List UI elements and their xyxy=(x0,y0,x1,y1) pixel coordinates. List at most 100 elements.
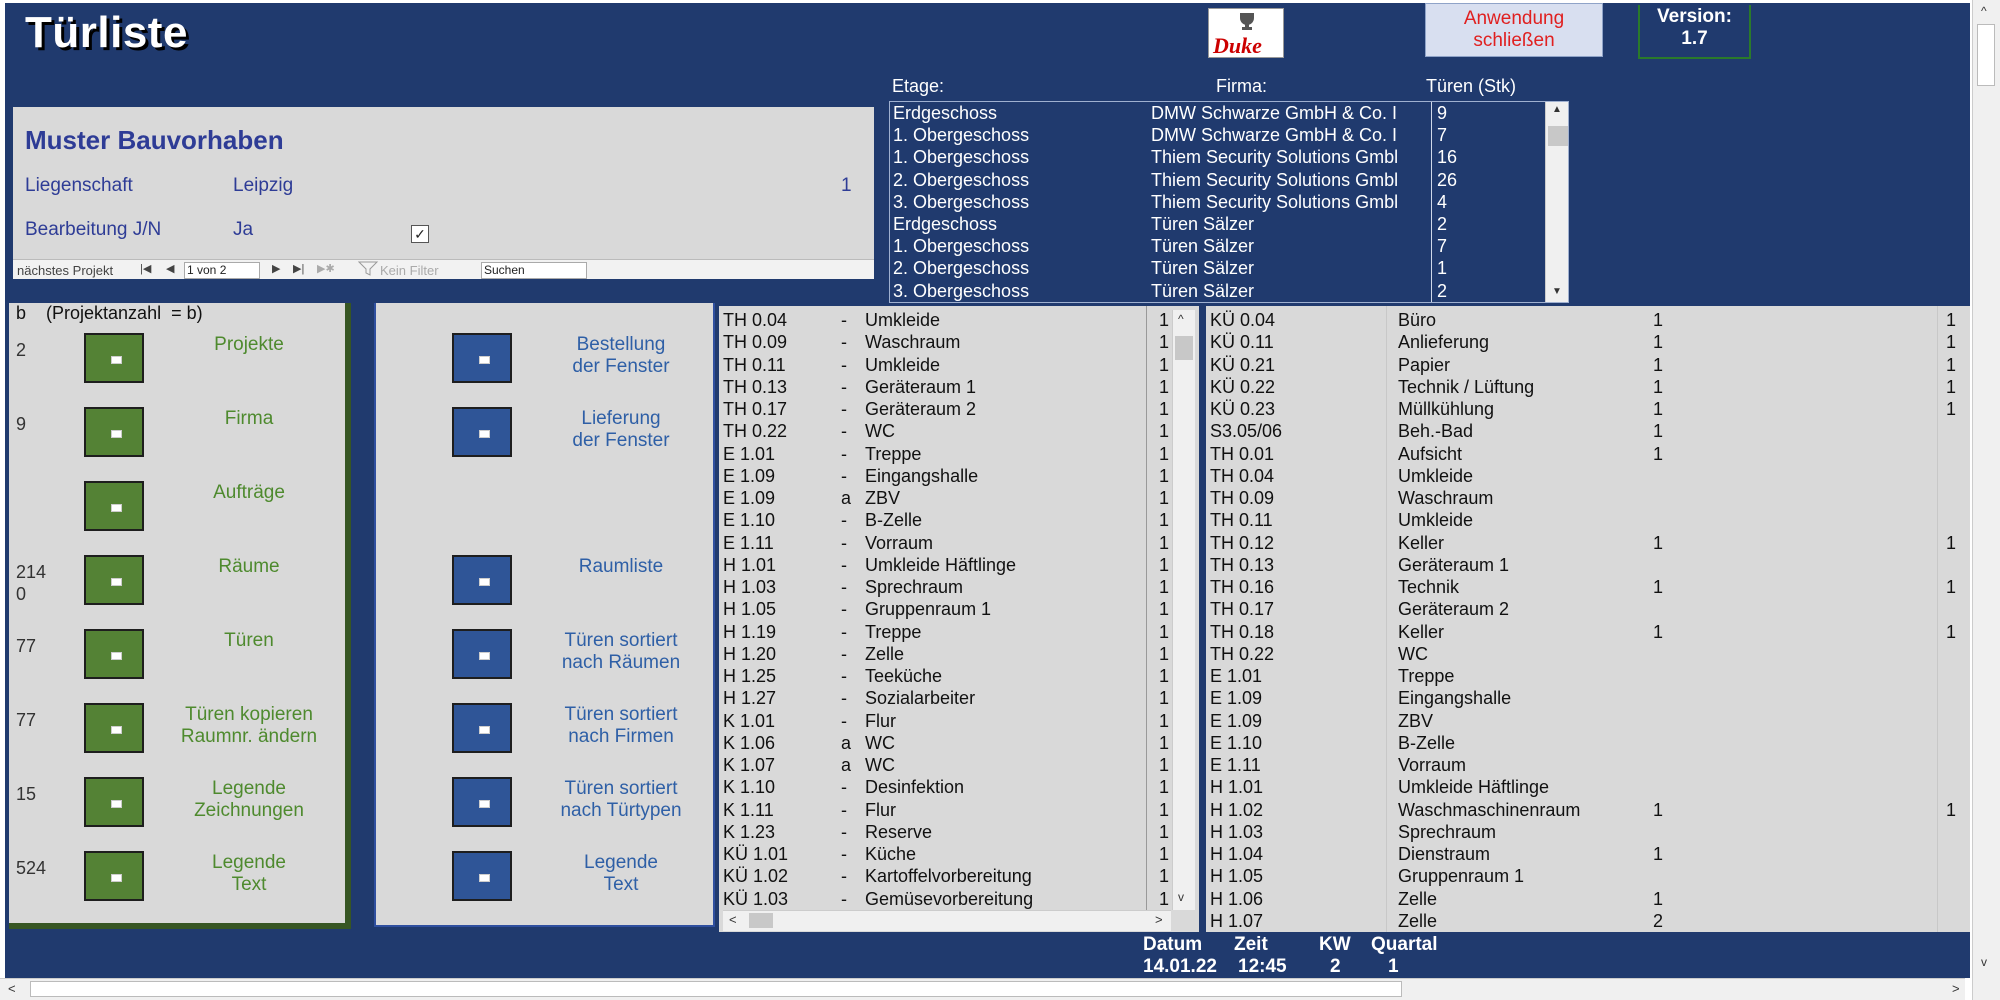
table-row[interactable]: E 1.09 Eingangshalle xyxy=(1210,688,1970,710)
table-row[interactable]: H 1.01 Umkleide Häftlinge xyxy=(1210,777,1970,799)
table-row[interactable]: E 1.09 - Eingangshalle 1 xyxy=(723,466,1171,488)
table-row[interactable]: K 1.23 - Reserve 1 xyxy=(723,822,1171,844)
scroll-down-icon[interactable]: ▼ xyxy=(1552,286,1562,297)
table-row[interactable]: KÜ 1.02 - Kartoffelvorbereitung 1 xyxy=(723,866,1171,888)
table-row[interactable]: KÜ 1.01 - Küche 1 xyxy=(723,844,1171,866)
report-button-3[interactable] xyxy=(452,629,512,679)
left-item-button-7[interactable] xyxy=(84,851,144,901)
previous-record-button[interactable]: ◀ xyxy=(166,262,174,275)
table-row[interactable]: TH 0.17 - Geräteraum 2 1 xyxy=(723,399,1171,421)
left-item-button-1[interactable] xyxy=(84,407,144,457)
table-row[interactable]: E 1.01 Treppe xyxy=(1210,666,1970,688)
table-row[interactable]: TH 0.22 WC xyxy=(1210,644,1970,666)
table-row[interactable]: K 1.06 a WC 1 xyxy=(723,733,1171,755)
scroll-thumb[interactable] xyxy=(1175,336,1193,360)
left-item-button-4[interactable] xyxy=(84,629,144,679)
report-button-2[interactable] xyxy=(452,555,512,605)
report-button-0[interactable] xyxy=(452,333,512,383)
record-number-input[interactable]: 1 von 2 xyxy=(184,262,260,279)
table-row[interactable]: TH 0.12 Keller 1 1 xyxy=(1210,533,1970,555)
table-row[interactable]: TH 0.09 Waschraum xyxy=(1210,488,1970,510)
report-button-5[interactable] xyxy=(452,777,512,827)
table-row[interactable]: K 1.01 - Flur 1 xyxy=(723,711,1171,733)
table-row[interactable]: E 1.11 Vorraum xyxy=(1210,755,1970,777)
table-row[interactable]: TH 0.04 - Umkleide 1 xyxy=(723,310,1171,332)
door-room-list[interactable]: KÜ 0.04 Büro 1 1 KÜ 0.11 Anlieferung 1 1 KÜ 0.21… xyxy=(1206,306,1970,933)
filter-label[interactable]: Kein Filter xyxy=(380,263,439,278)
close-application-button[interactable]: Anwendung schließen xyxy=(1425,3,1603,57)
search-input[interactable]: Suchen xyxy=(481,262,587,279)
table-row[interactable]: KÜ 0.11 Anlieferung 1 1 xyxy=(1210,332,1970,354)
table-row[interactable]: H 1.05 Gruppenraum 1 xyxy=(1210,866,1970,888)
scroll-up-icon[interactable]: ▲ xyxy=(1552,104,1562,115)
table-row[interactable]: TH 0.04 Umkleide xyxy=(1210,466,1970,488)
scroll-up-icon[interactable]: ^ xyxy=(1981,4,1987,18)
table-row[interactable]: TH 0.13 Geräteraum 1 xyxy=(1210,555,1970,577)
left-item-button-2[interactable] xyxy=(84,481,144,531)
table-row[interactable]: KÜ 0.23 Müllkühlung 1 1 xyxy=(1210,399,1970,421)
room-list-hscrollbar[interactable]: < > xyxy=(723,910,1171,931)
table-row[interactable]: H 1.19 - Treppe 1 xyxy=(723,622,1171,644)
report-button-4[interactable] xyxy=(452,703,512,753)
table-row[interactable]: TH 0.13 - Geräteraum 1 1 xyxy=(723,377,1171,399)
table-row[interactable]: TH 0.17 Geräteraum 2 xyxy=(1210,599,1970,621)
window-vertical-scrollbar[interactable]: ^ v xyxy=(1972,0,2000,1000)
scroll-thumb[interactable] xyxy=(30,981,1402,997)
scroll-thumb[interactable] xyxy=(1548,126,1568,146)
new-record-button[interactable]: ▶✱ xyxy=(317,262,335,275)
scroll-left-icon[interactable]: < xyxy=(8,981,16,996)
bearbeitung-value[interactable]: Ja xyxy=(233,219,253,241)
table-row[interactable]: H 1.03 - Sprechraum 1 xyxy=(723,577,1171,599)
table-row[interactable]: E 1.10 B-Zelle xyxy=(1210,733,1970,755)
table-row[interactable]: E 1.10 - B-Zelle 1 xyxy=(723,510,1171,532)
table-row[interactable]: H 1.02 Waschmaschinenraum 1 1 xyxy=(1210,800,1970,822)
left-item-button-0[interactable] xyxy=(84,333,144,383)
table-row[interactable]: KÜ 1.03 - Gemüsevorbereitung 1 xyxy=(723,889,1171,911)
liegenschaft-value[interactable]: Leipzig xyxy=(233,175,293,197)
table-row[interactable]: E 1.01 - Treppe 1 xyxy=(723,444,1171,466)
table-row[interactable]: TH 0.11 - Umkleide 1 xyxy=(723,355,1171,377)
table-row[interactable]: H 1.04 Dienstraum 1 xyxy=(1210,844,1970,866)
first-record-button[interactable]: |◀ xyxy=(140,262,151,275)
table-row[interactable]: H 1.27 - Sozialarbeiter 1 xyxy=(723,688,1171,710)
table-row[interactable]: H 1.07 Zelle 2 xyxy=(1210,911,1970,933)
scroll-right-icon[interactable]: > xyxy=(1155,912,1163,927)
scroll-right-icon[interactable]: > xyxy=(1952,981,1960,996)
table-row[interactable]: KÜ 0.04 Büro 1 1 xyxy=(1210,310,1970,332)
last-record-button[interactable]: ▶| xyxy=(293,262,304,275)
report-button-1[interactable] xyxy=(452,407,512,457)
table-row[interactable]: TH 0.09 - Waschraum 1 xyxy=(723,332,1171,354)
scroll-thumb[interactable] xyxy=(749,913,773,928)
table-row[interactable]: E 1.09 a ZBV 1 xyxy=(723,488,1171,510)
left-item-button-5[interactable] xyxy=(84,703,144,753)
table-row[interactable]: KÜ 0.22 Technik / Lüftung 1 1 xyxy=(1210,377,1970,399)
left-item-button-3[interactable] xyxy=(84,555,144,605)
next-record-button[interactable]: ▶ xyxy=(272,262,280,275)
table-row[interactable]: H 1.03 Sprechraum xyxy=(1210,822,1970,844)
table-row[interactable]: TH 0.22 - WC 1 xyxy=(723,421,1171,443)
table-row[interactable]: E 1.11 - Vorraum 1 xyxy=(723,533,1171,555)
listbox-scrollbar[interactable]: ▲ ▼ xyxy=(1545,102,1568,302)
scroll-up-icon[interactable]: ^ xyxy=(1178,312,1184,326)
filter-icon[interactable] xyxy=(357,261,380,280)
room-list[interactable]: TH 0.04- Umkleide 1 TH 0.09- Waschraum 1 TH 0.… xyxy=(719,306,1199,933)
window-horizontal-scrollbar[interactable]: < > xyxy=(0,978,1965,1000)
scroll-down-icon[interactable]: v xyxy=(1178,890,1184,904)
table-row[interactable]: H 1.06 Zelle 1 xyxy=(1210,889,1970,911)
table-row[interactable]: K 1.11 - Flur 1 xyxy=(723,800,1171,822)
table-row[interactable]: KÜ 0.21 Papier 1 1 xyxy=(1210,355,1970,377)
table-row[interactable]: S3.05/06 Beh.-Bad 1 xyxy=(1210,421,1970,443)
table-row[interactable]: E 1.09 ZBV xyxy=(1210,711,1970,733)
table-row[interactable]: TH 0.01 Aufsicht 1 xyxy=(1210,444,1970,466)
scroll-thumb[interactable] xyxy=(1977,24,1995,86)
table-row[interactable]: H 1.05 - Gruppenraum 1 1 xyxy=(723,599,1171,621)
table-row[interactable]: H 1.20 - Zelle 1 xyxy=(723,644,1171,666)
scroll-down-icon[interactable]: v xyxy=(1981,955,1987,969)
left-item-button-6[interactable] xyxy=(84,777,144,827)
table-row[interactable]: TH 0.16 Technik 1 1 xyxy=(1210,577,1970,599)
room-list-scrollbar[interactable]: ^ v xyxy=(1172,310,1195,910)
bearbeitung-checkbox[interactable]: ✓ xyxy=(411,225,429,243)
table-row[interactable]: TH 0.11 Umkleide xyxy=(1210,510,1970,532)
report-button-6[interactable] xyxy=(452,851,512,901)
table-row[interactable]: K 1.07 a WC 1 xyxy=(723,755,1171,777)
